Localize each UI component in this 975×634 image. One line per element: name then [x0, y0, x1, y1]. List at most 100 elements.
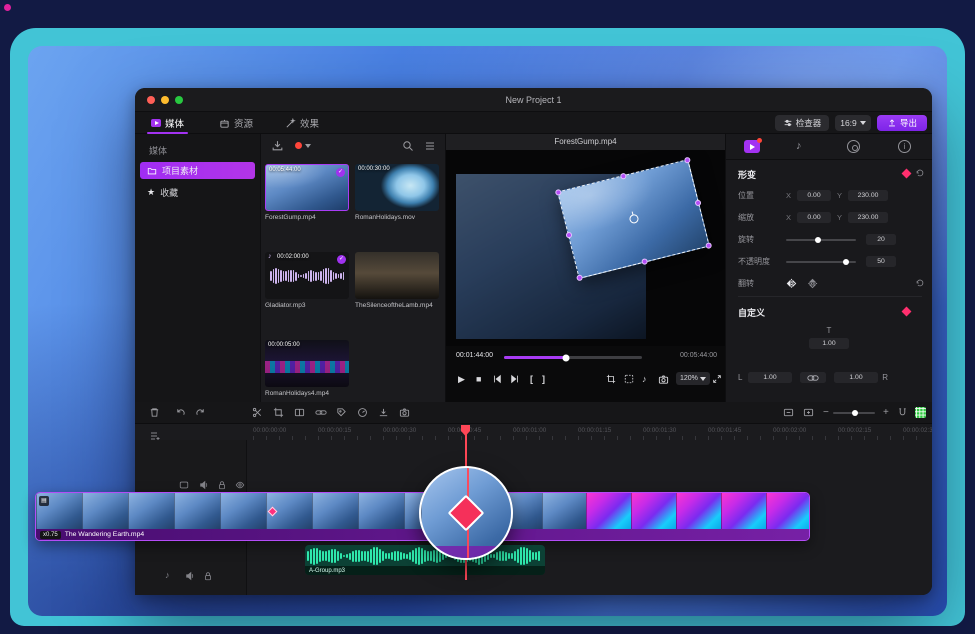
x-axis-label: X — [786, 191, 797, 200]
media-item-forestgump[interactable]: 00:05:44:00 ✓ — [265, 164, 349, 211]
total-timecode: 00:05:44:00 — [680, 352, 717, 359]
media-item-gladiator-audio[interactable]: ♪ 00:02:00:00 ✓ — [265, 252, 349, 299]
transform-handle[interactable] — [684, 157, 691, 164]
preview-viewport — [446, 150, 725, 346]
tab-assets[interactable]: 资源 — [219, 112, 253, 134]
opacity-slider-handle[interactable] — [843, 259, 849, 265]
split-clip-icon[interactable] — [294, 407, 305, 418]
next-frame-button[interactable] — [510, 374, 520, 384]
position-x-field[interactable]: 0.00 — [797, 190, 831, 201]
scrubber-handle[interactable] — [563, 354, 570, 361]
play-button[interactable]: ▶ — [458, 374, 465, 384]
scale-x-field[interactable]: 0.00 — [797, 212, 831, 223]
snapshot-icon[interactable] — [399, 407, 410, 418]
delete-icon[interactable] — [149, 407, 160, 418]
transform-handle[interactable] — [619, 173, 626, 180]
zoom-to-fit-icon[interactable] — [783, 407, 794, 418]
mark-in-button[interactable]: [ — [530, 374, 533, 384]
stop-button[interactable]: ■ — [476, 374, 481, 384]
sidebar-item-project-media[interactable]: 项目素材 — [140, 162, 255, 179]
snap-magnet-icon[interactable] — [897, 407, 908, 418]
r-value-field[interactable]: 1.00 — [834, 372, 878, 383]
sidebar-item-favorites[interactable]: ★ 收藏 — [140, 184, 255, 201]
tab-info[interactable]: i — [898, 140, 911, 153]
redo-icon[interactable] — [195, 407, 206, 418]
lock-track-icon[interactable] — [203, 571, 213, 581]
tab-video-settings[interactable] — [744, 140, 760, 153]
preview-scrubber[interactable] — [504, 356, 642, 359]
link-values-button[interactable] — [800, 372, 826, 383]
timeline-zoom-handle[interactable] — [852, 410, 858, 416]
tab-effects[interactable]: 效果 — [285, 112, 319, 134]
media-item-silence[interactable] — [355, 252, 439, 299]
position-y-field[interactable]: 230.00 — [848, 190, 888, 201]
check-icon: ✓ — [337, 255, 346, 264]
desktop-dot — [4, 4, 11, 11]
mute-track-icon[interactable] — [185, 571, 195, 581]
mute-track-icon[interactable] — [199, 480, 209, 490]
rotation-value-field[interactable]: 20 — [866, 234, 896, 245]
fullscreen-icon[interactable] — [712, 374, 722, 384]
scale-y-field[interactable]: 230.00 — [848, 212, 888, 223]
tab-media[interactable]: 媒体 — [151, 112, 184, 134]
record-button[interactable] — [295, 142, 311, 149]
hide-track-icon[interactable] — [235, 480, 245, 490]
reset-transform-icon[interactable] — [915, 168, 925, 178]
inspector-toggle-button[interactable]: 检查器 — [775, 115, 829, 131]
audio-tool-icon[interactable]: ♪ — [642, 374, 647, 384]
list-view-icon[interactable] — [424, 140, 436, 152]
link-clips-icon[interactable] — [315, 407, 327, 418]
transform-handle[interactable] — [694, 199, 701, 206]
opacity-value-field[interactable]: 50 — [866, 256, 896, 267]
lock-track-icon[interactable] — [217, 480, 227, 490]
zoom-in-icon[interactable]: + — [883, 407, 889, 418]
media-item-romanholidays[interactable]: 00:00:30:00 — [355, 164, 439, 211]
lr-row: L 1.00 1.00 R — [738, 372, 923, 383]
timeline-view-toggle[interactable] — [915, 407, 926, 418]
t-value-field[interactable]: 1.00 — [809, 338, 849, 349]
search-icon[interactable] — [402, 140, 414, 152]
split-scissors-icon[interactable] — [252, 407, 263, 418]
timeline-zoom-slider[interactable] — [833, 412, 875, 414]
keyframe-diamond-icon[interactable] — [902, 307, 912, 317]
undo-icon[interactable] — [175, 407, 186, 418]
opacity-slider[interactable] — [786, 261, 856, 263]
media-item-romanholidays4[interactable]: 00:00:05:00 — [265, 340, 349, 387]
transform-handle[interactable] — [565, 231, 572, 238]
check-icon: ✓ — [336, 168, 345, 177]
flip-vertical-button[interactable] — [807, 278, 818, 289]
flip-horizontal-button[interactable] — [786, 278, 797, 289]
sidebar-section-title: 媒体 — [149, 144, 167, 157]
export-button[interactable]: 导出 — [877, 115, 927, 131]
aspect-ratio-dropdown[interactable]: 16:9 — [835, 115, 871, 131]
keyframe-diamond-icon[interactable] — [902, 169, 912, 179]
magnified-keyframe-diamond[interactable] — [448, 495, 485, 532]
render-icon[interactable] — [378, 407, 389, 418]
tab-label: 效果 — [300, 116, 319, 130]
snapshot-camera-icon[interactable] — [658, 374, 669, 385]
transform-handle[interactable] — [555, 189, 562, 196]
rotation-slider[interactable] — [786, 239, 856, 241]
crop-icon[interactable] — [606, 374, 616, 384]
crop-tool-icon[interactable] — [273, 407, 284, 418]
previous-frame-button[interactable] — [492, 374, 502, 384]
custom-section-title: 自定义 — [738, 306, 765, 319]
media-item-name: Gladiator.mp3 — [265, 302, 349, 310]
rotate-handle-icon[interactable] — [628, 214, 639, 225]
tab-color-settings[interactable] — [847, 140, 860, 153]
reset-flip-icon[interactable] — [915, 278, 925, 288]
l-value-field[interactable]: 1.00 — [748, 372, 792, 383]
zoom-out-icon[interactable]: − — [823, 407, 829, 418]
audio-clip-name: A-Group.mp3 — [305, 566, 545, 575]
import-media-button[interactable] — [271, 139, 284, 152]
mark-out-button[interactable]: ] — [542, 374, 545, 384]
transform-handle[interactable] — [705, 242, 712, 249]
zoom-to-selection-icon[interactable] — [803, 407, 814, 418]
transform-icon[interactable] — [624, 374, 634, 384]
rotation-slider-handle[interactable] — [815, 237, 821, 243]
marker-icon[interactable] — [336, 407, 347, 418]
preview-zoom-dropdown[interactable]: 120% — [676, 372, 710, 385]
tab-audio-settings[interactable]: ♪ — [796, 140, 802, 152]
aspect-ratio-value: 16:9 — [840, 118, 857, 128]
speed-icon[interactable] — [357, 407, 368, 418]
